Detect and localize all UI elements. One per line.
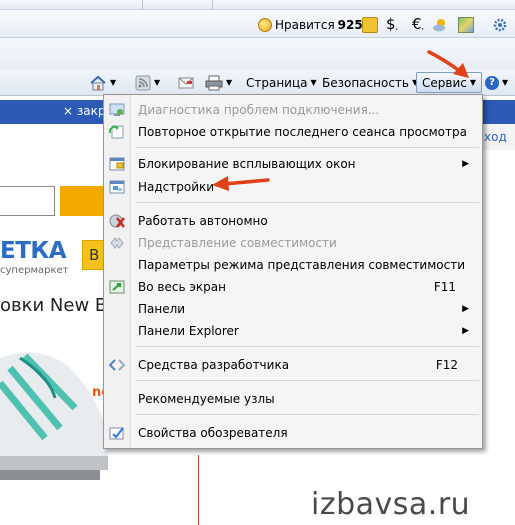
dollar-symbol: $	[386, 15, 396, 33]
fullscreen-icon	[109, 280, 125, 294]
settings-gear-icon[interactable]	[493, 17, 509, 33]
tools-dropdown-menu: Диагностика проблем подключения... Повто…	[103, 94, 483, 449]
submenu-arrow-icon: ▶	[462, 326, 469, 336]
mail-button[interactable]	[174, 72, 198, 93]
offline-icon	[109, 214, 125, 228]
site-yellow-button[interactable]: В	[82, 240, 104, 270]
menu-item-label: Во весь экран	[138, 280, 226, 294]
menu-separator	[136, 346, 479, 347]
close-tab-link[interactable]: × закр	[63, 104, 105, 118]
top-toolbar-strip	[0, 0, 515, 10]
print-button[interactable]: ▼	[201, 72, 236, 93]
menu-item-toolbars[interactable]: Панели ▶	[104, 299, 482, 320]
page-divider	[198, 455, 199, 525]
menu-item-internet-options[interactable]: Свойства обозревателя	[104, 423, 482, 444]
menu-item-work-offline[interactable]: Работать автономно	[104, 211, 482, 232]
diagnostics-icon	[109, 103, 125, 116]
like-count: 925	[337, 18, 363, 32]
menu-item-label: Средства разработчика	[138, 358, 290, 372]
menu-item-label: Блокирование всплывающих окон	[138, 157, 356, 171]
like-icon	[258, 18, 272, 32]
developer-tools-icon	[109, 359, 125, 371]
page-menu-button[interactable]: Страница ▼	[242, 72, 321, 93]
menu-item-popup-blocker[interactable]: Блокирование всплывающих окон ▶	[104, 154, 482, 175]
toolbar-divider	[142, 0, 143, 9]
site-search-input[interactable]	[0, 186, 55, 216]
chevron-down-icon: ▼	[502, 77, 509, 87]
menu-item-shortcut: F12	[435, 358, 458, 372]
menu-item-suggested-sites[interactable]: Рекомендуемые узлы	[104, 389, 482, 410]
menu-item-label: Повторное открытие последнего сеанса про…	[138, 125, 467, 139]
reopen-session-icon	[109, 125, 124, 139]
annotation-arrow-icon	[427, 50, 469, 78]
page-menu-label: Страница	[246, 75, 308, 90]
menu-item-label: Панели	[138, 302, 186, 316]
menu-item-label: Рекомендуемые узлы	[138, 392, 275, 406]
sneaker-image	[0, 352, 108, 480]
addons-icon	[109, 180, 125, 194]
submenu-arrow-icon: ▶	[462, 304, 469, 314]
map-icon[interactable]	[458, 17, 474, 33]
site-logo[interactable]: ЕТКА	[0, 238, 67, 264]
banner-title: овки New B	[0, 295, 108, 316]
menu-item-label: Панели Explorer	[138, 324, 239, 338]
submenu-arrow-icon: ▶	[462, 159, 469, 169]
compatibility-icon	[110, 237, 124, 249]
chevron-down-icon: ▼	[154, 77, 161, 87]
menu-item-explorer-bars[interactable]: Панели Explorer ▶	[104, 321, 482, 342]
dollar-rate-icon[interactable]: $,	[386, 15, 398, 33]
menu-item-label: Работать автономно	[138, 214, 268, 228]
site-logo-subtitle: супермаркет	[0, 265, 69, 276]
home-button[interactable]: ▼	[85, 72, 120, 93]
menu-item-label: Диагностика проблем подключения...	[138, 103, 380, 117]
like-widget[interactable]: Нравится 925	[258, 16, 363, 34]
menu-separator	[136, 202, 479, 203]
menu-item-compatibility-view[interactable]: Представление совместимости	[104, 233, 482, 254]
rss-icon	[135, 75, 151, 90]
help-icon: ?	[485, 75, 499, 90]
site-search-button[interactable]	[60, 186, 104, 216]
watermark: izbavsa.ru	[311, 487, 471, 522]
menu-item-label: Надстройки	[138, 180, 215, 194]
menu-separator	[136, 147, 479, 148]
menu-item-label: Свойства обозревателя	[138, 426, 288, 440]
chevron-down-icon: ▼	[226, 77, 233, 87]
help-button[interactable]: ? ▼	[481, 72, 512, 93]
annotation-arrow-icon	[212, 176, 270, 191]
like-label: Нравится	[275, 18, 335, 32]
menu-separator	[136, 380, 479, 381]
chevron-down-icon: ▼	[110, 77, 117, 87]
menu-item-reopen-session[interactable]: Повторное открытие последнего сеанса про…	[104, 122, 482, 143]
chevron-down-icon: ▼	[310, 77, 317, 87]
feeds-button[interactable]: ▼	[131, 72, 164, 93]
menu-separator	[136, 414, 479, 415]
weather-icon[interactable]	[432, 17, 448, 33]
popup-blocker-icon	[109, 157, 125, 171]
mail-icon	[178, 77, 194, 88]
menu-item-compatibility-settings[interactable]: Параметры режима представления совместим…	[104, 255, 482, 276]
toolbar-divider	[212, 0, 213, 9]
menu-item-label: Представление совместимости	[138, 236, 337, 250]
menu-item-label: Параметры режима представления совместим…	[138, 258, 466, 272]
menu-item-developer-tools[interactable]: Средства разработчика F12	[104, 355, 482, 376]
internet-options-icon	[109, 427, 124, 440]
exit-link[interactable]: ход	[481, 124, 515, 150]
euro-symbol: €	[412, 15, 422, 33]
menu-item-shortcut: F11	[433, 280, 456, 294]
menu-item-diagnostics[interactable]: Диагностика проблем подключения...	[104, 100, 482, 121]
home-icon	[90, 75, 106, 90]
menu-item-addons[interactable]: Надстройки	[104, 177, 482, 198]
bookmark-icon[interactable]	[362, 17, 378, 33]
security-menu-button[interactable]: Безопасность ▼	[318, 72, 422, 93]
security-menu-label: Безопасность	[322, 75, 409, 90]
euro-rate-icon[interactable]: €,	[412, 15, 424, 33]
menu-item-full-screen[interactable]: Во весь экран F11	[104, 277, 482, 298]
printer-icon	[205, 75, 223, 90]
